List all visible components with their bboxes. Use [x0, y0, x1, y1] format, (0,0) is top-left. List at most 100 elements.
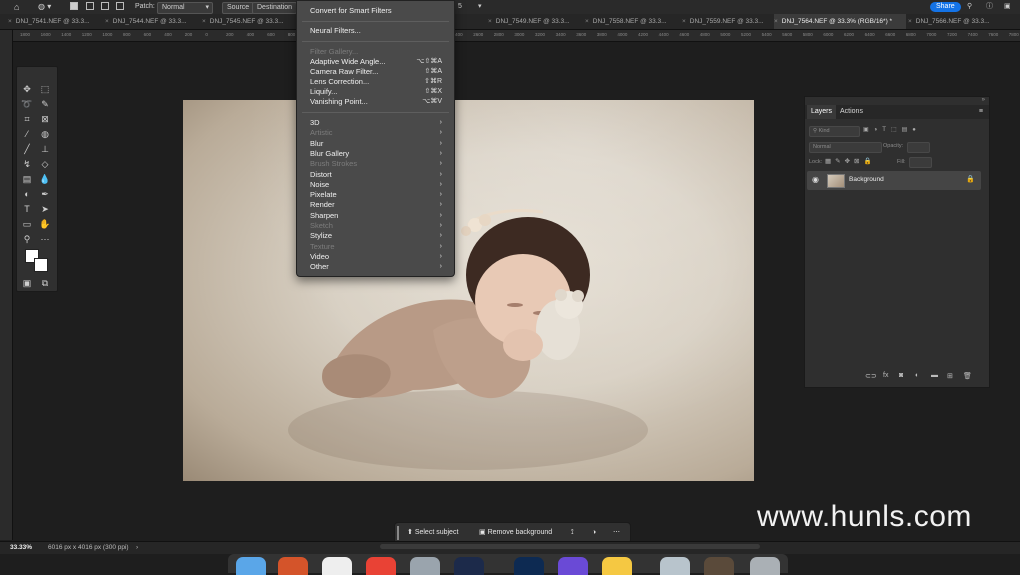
layer-row-background[interactable]: ◉ Background 🔒 — [807, 171, 981, 190]
crop-tool-icon[interactable]: ⌗ — [21, 113, 33, 125]
quick-mask-icon[interactable]: ▣ — [21, 277, 33, 289]
intersect-selection-icon[interactable] — [116, 2, 124, 12]
chevron-right-icon[interactable]: › — [136, 544, 138, 551]
dodge-tool-icon[interactable]: ◐ — [21, 188, 33, 200]
frame-tool-icon[interactable]: ⊠ — [39, 113, 51, 125]
chrome-icon[interactable] — [366, 557, 396, 575]
add-selection-icon[interactable] — [86, 2, 94, 12]
camera-raw-filter-item[interactable]: Camera Raw Filter... ⇧⌘A — [310, 67, 442, 77]
more-options-icon[interactable]: ⋯ — [613, 528, 620, 538]
filter-submenu-item[interactable]: Sharpen › — [310, 211, 442, 221]
adaptive-wide-angle-item[interactable]: Adaptive Wide Angle... ⌥⇧⌘A — [310, 57, 442, 67]
trash-icon[interactable]: 🗑 — [963, 372, 972, 380]
select-subject-button[interactable]: ⬆ Select subject — [407, 528, 458, 538]
convert-smart-filters-item[interactable]: Convert for Smart Filters — [310, 6, 442, 16]
destination-button[interactable]: Destination — [252, 2, 298, 14]
document-tab-active[interactable]: × DNJ_7564.NEF @ 33.3% (RGB/16*) * — [774, 14, 906, 29]
pen-tool-icon[interactable]: ✒ — [39, 188, 51, 200]
blur-tool-icon[interactable]: 💧 — [39, 173, 51, 185]
lock-icons[interactable]: ▦✎✥⊠🔒 — [825, 157, 876, 165]
patch-mode-select[interactable]: Normal ▾ — [157, 2, 213, 14]
source-button[interactable]: Source — [222, 2, 255, 14]
group-folder-icon[interactable]: ▬ — [931, 372, 938, 379]
filter-submenu-item[interactable]: Noise › — [310, 180, 442, 190]
hand-tool-icon[interactable]: ✋ — [39, 218, 51, 230]
close-icon[interactable]: × — [682, 18, 686, 25]
close-icon[interactable]: × — [8, 18, 12, 25]
help-icon[interactable]: ⓘ — [986, 2, 993, 12]
layer-filter-kind[interactable]: ⚲ Kind — [809, 126, 860, 137]
vanishing-point-item[interactable]: Vanishing Point... ⌥⌘V — [310, 97, 442, 107]
vertical-ruler[interactable] — [0, 30, 13, 540]
window-thumbnail-icon[interactable] — [660, 557, 690, 575]
home-icon[interactable]: ⌂ — [14, 2, 19, 12]
tab-actions[interactable]: Actions — [836, 105, 867, 119]
link-layers-icon[interactable]: ⊂⊃ — [865, 372, 877, 380]
screen-mode-icon[interactable]: ⧉ — [39, 277, 51, 289]
stamp-tool-icon[interactable]: ⊥ — [39, 143, 51, 155]
photoshop-icon[interactable] — [514, 557, 544, 575]
share-button[interactable]: Share — [930, 2, 961, 12]
layer-name[interactable]: Background — [849, 176, 884, 183]
document-tab[interactable]: × DNJ_7541.NEF @ 33.3... — [8, 14, 105, 29]
panel-menu-icon[interactable]: ≡ — [975, 105, 987, 119]
background-color-swatch[interactable] — [34, 258, 48, 272]
close-icon[interactable]: × — [105, 18, 109, 25]
new-selection-icon[interactable] — [70, 2, 78, 12]
bridge-icon[interactable] — [454, 557, 484, 575]
eraser-tool-icon[interactable]: ◇ — [39, 158, 51, 170]
tab-layers[interactable]: Layers — [807, 105, 837, 119]
layer-filter-icons[interactable]: ▣◑T⬚▤● — [863, 126, 921, 133]
adjust-icon[interactable]: ◑ — [592, 528, 596, 538]
patch-tool-icon[interactable]: ◍ — [39, 128, 51, 140]
horizontal-ruler[interactable]: 1800 1600 1400 1200 1000 800 600 400 200 0 200 400 6… — [12, 30, 1020, 42]
more-tools-icon[interactable]: ⋯ — [39, 233, 51, 245]
eye-icon[interactable]: ◉ — [812, 175, 819, 184]
liquify-item[interactable]: Liquify... ⇧⌘X — [310, 87, 442, 97]
filter-submenu-item[interactable]: Pixelate › — [310, 190, 442, 200]
lasso-tool-icon[interactable]: ➰ — [21, 98, 33, 110]
fx-icon[interactable]: fx — [883, 372, 888, 379]
app-icon[interactable] — [558, 557, 588, 575]
app-icon[interactable] — [322, 557, 352, 575]
document-tab[interactable]: × DNJ_7559.NEF @ 33.3... — [682, 14, 774, 29]
eyedropper-tool-icon[interactable]: ⁄ — [21, 128, 33, 140]
fill-field[interactable] — [909, 157, 932, 168]
transform-icon[interactable]: ⟟ — [571, 528, 574, 538]
new-layer-icon[interactable]: ⊞ — [947, 372, 953, 380]
close-icon[interactable]: × — [908, 18, 912, 25]
document-tab[interactable]: × DNJ_7566.NEF @ 33.3... — [908, 14, 1012, 29]
filter-submenu-item[interactable]: 3D › — [310, 118, 442, 128]
trash-icon[interactable] — [750, 557, 780, 575]
history-brush-icon[interactable]: ↯ — [21, 158, 33, 170]
workspace-icon[interactable]: ▣ — [1004, 2, 1011, 12]
collapse-panel-icon[interactable]: » — [982, 97, 985, 103]
horizontal-scrollbar[interactable] — [380, 544, 760, 549]
add-mask-icon[interactable]: ◙ — [899, 372, 903, 379]
filter-submenu-item[interactable]: Stylize › — [310, 231, 442, 241]
diffusion-value[interactable]: 5 — [458, 2, 462, 12]
marquee-tool-icon[interactable]: ⬚ — [39, 83, 51, 95]
canvas-image[interactable] — [183, 100, 754, 481]
search-icon[interactable]: ⚲ — [967, 2, 972, 12]
document-tab[interactable]: × DNJ_7545.NEF @ 33.3... — [202, 14, 296, 29]
filter-submenu-item[interactable]: Distort › — [310, 170, 442, 180]
notes-icon[interactable] — [602, 557, 632, 575]
app-icon[interactable] — [278, 557, 308, 575]
path-selection-icon[interactable]: ➤ — [39, 203, 51, 215]
quick-selection-icon[interactable]: ✎ — [39, 98, 51, 110]
chevron-down-icon[interactable]: ▾ — [478, 2, 482, 12]
rectangle-tool-icon[interactable]: ▭ — [21, 218, 33, 230]
close-icon[interactable]: × — [585, 18, 589, 25]
close-icon[interactable]: × — [774, 18, 778, 25]
finder-icon[interactable] — [236, 557, 266, 575]
document-tab[interactable]: × DNJ_7558.NEF @ 33.3... — [585, 14, 682, 29]
filter-submenu-item[interactable]: Other › — [310, 262, 442, 272]
filter-submenu-item[interactable]: Video › — [310, 252, 442, 262]
lock-icon[interactable]: 🔒 — [966, 175, 975, 183]
remove-background-button[interactable]: ▣ Remove background — [479, 528, 552, 538]
opacity-field[interactable] — [907, 142, 930, 153]
adjustment-layer-icon[interactable]: ◐ — [915, 372, 919, 379]
blend-mode-select[interactable]: Normal — [809, 142, 882, 153]
filter-submenu-item[interactable]: Blur Gallery › — [310, 149, 442, 159]
